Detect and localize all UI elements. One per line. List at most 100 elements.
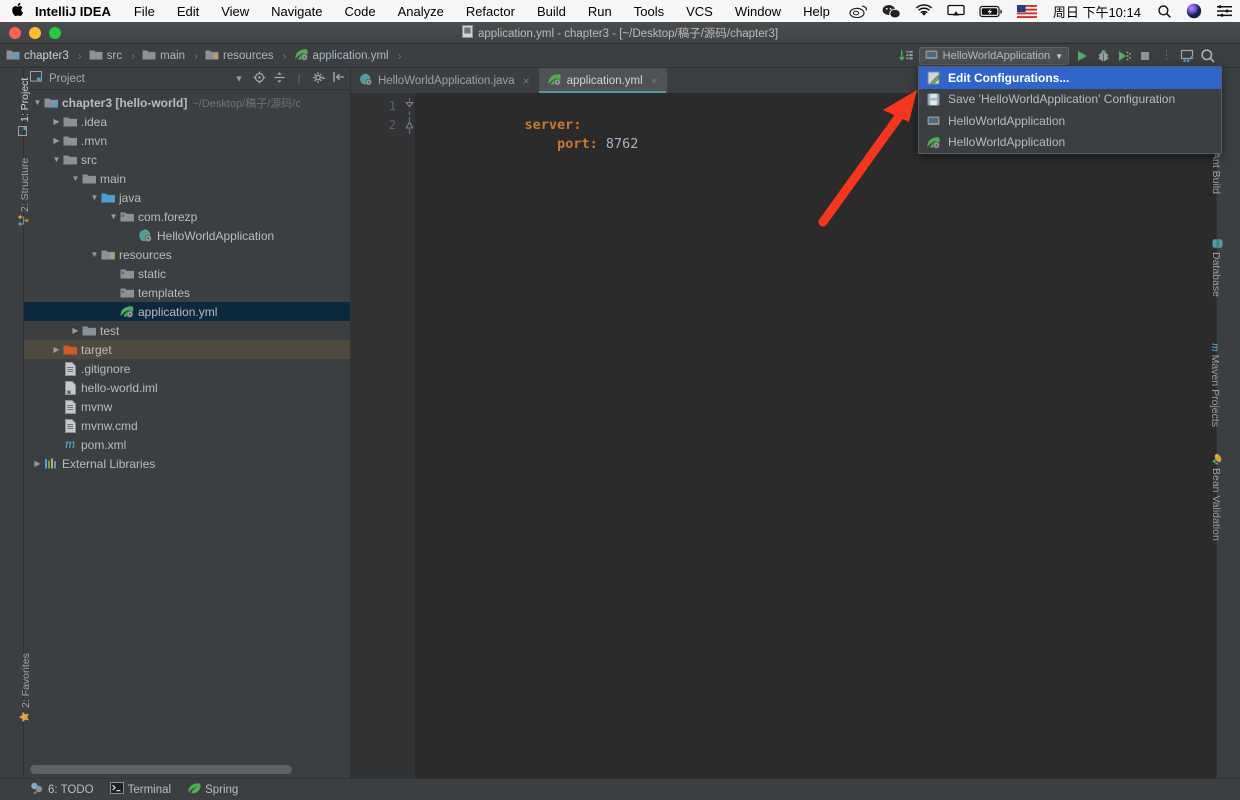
chevron-down-icon[interactable]: ▼ (1055, 52, 1063, 61)
project-structure-icon[interactable] (1179, 48, 1195, 64)
siri-icon[interactable] (1179, 3, 1209, 19)
project-tree[interactable]: ▼ chapter3 [hello-world] ~/Desktop/稿子/源码/c… (24, 90, 350, 778)
breadcrumb-item-application-yml[interactable]: application.yml › (294, 48, 409, 64)
menu-navigate[interactable]: Navigate (260, 4, 333, 19)
tree-expand-arrow-icon[interactable]: ▶ (32, 459, 43, 468)
battery-icon[interactable] (972, 5, 1010, 18)
tree-row[interactable]: ▼ src (24, 150, 350, 169)
bottom-item-todo[interactable]: 6: TODO (30, 782, 94, 798)
spotlight-search-icon[interactable] (1150, 4, 1179, 19)
tree-row[interactable]: ▶hello-world.iml (24, 378, 350, 397)
menu-file[interactable]: File (123, 4, 166, 19)
breadcrumb-item-chapter3[interactable]: chapter3 › (6, 48, 89, 64)
bottom-item-terminal[interactable]: Terminal (109, 782, 171, 797)
tree-expand-arrow-icon[interactable]: ▶ (51, 117, 62, 126)
menu-item-helloworldapplication-spring[interactable]: HelloWorldApplication (919, 132, 1221, 154)
wifi-icon[interactable] (908, 4, 940, 18)
breadcrumb-label: chapter3 (24, 49, 69, 62)
fold-region-start-icon[interactable] (404, 97, 415, 116)
chevron-down-icon[interactable]: ▾ (232, 72, 246, 85)
breadcrumb-item-main[interactable]: main › (142, 48, 205, 64)
breadcrumb-item-resources[interactable]: resources › (205, 48, 294, 64)
tree-row[interactable]: ▼ java (24, 188, 350, 207)
close-icon[interactable]: × (523, 74, 530, 88)
bottom-tool-window-strip: 6: TODO Terminal Spring (0, 778, 1240, 800)
tree-row[interactable]: ▶ target (24, 340, 350, 359)
code-editor[interactable]: 1 2 server: port: 8762 (351, 93, 1216, 778)
tree-row[interactable]: ▼ com.forezp (24, 207, 350, 226)
tree-collapse-arrow-icon[interactable]: ▼ (108, 212, 119, 221)
scrollbar-thumb[interactable] (30, 765, 293, 774)
menu-item-save-configuration[interactable]: Save 'HelloWorldApplication' Configurati… (919, 89, 1221, 111)
code-folding-gutter[interactable] (404, 93, 415, 778)
tree-collapse-arrow-icon[interactable]: ▼ (32, 98, 43, 107)
run-configuration-dropdown-menu[interactable]: Edit Configurations... Save 'HelloWorldA… (918, 66, 1222, 154)
menu-analyze[interactable]: Analyze (387, 4, 455, 19)
tree-row[interactable]: ▶HelloWorldApplication (24, 226, 350, 245)
locate-target-icon[interactable] (252, 71, 266, 87)
menu-item-helloworldapplication-java[interactable]: HelloWorldApplication (919, 110, 1221, 132)
tree-row[interactable]: ▼ main (24, 169, 350, 188)
tree-collapse-arrow-icon[interactable]: ▼ (51, 155, 62, 164)
menubar-clock[interactable]: 周日 下午10:14 (1044, 2, 1150, 21)
tree-row[interactable]: ▶ .mvn (24, 131, 350, 150)
hide-panel-icon[interactable] (332, 71, 346, 86)
apple-logo-icon[interactable] (0, 2, 35, 20)
tree-row[interactable]: ▶ test (24, 321, 350, 340)
settings-gear-icon[interactable] (312, 71, 326, 87)
run-coverage-icon[interactable] (1116, 48, 1132, 64)
sidebar-item-bean-validation[interactable]: Bean Validation (1209, 453, 1223, 541)
menu-run[interactable]: Run (577, 4, 623, 19)
menu-code[interactable]: Code (333, 4, 386, 19)
tree-collapse-arrow-icon[interactable]: ▼ (70, 174, 81, 183)
code-text[interactable]: server: port: 8762 (415, 93, 1216, 778)
tree-row[interactable]: ▶static (24, 264, 350, 283)
tree-row[interactable]: ▶application.yml (24, 302, 350, 321)
wechat-icon[interactable] (875, 4, 908, 19)
tree-row[interactable]: ▶templates (24, 283, 350, 302)
tree-expand-arrow-icon[interactable]: ▶ (70, 326, 81, 335)
search-everywhere-icon[interactable] (1200, 48, 1216, 64)
sidebar-item-maven-projects[interactable]: m Maven Projects (1208, 343, 1223, 427)
tree-row[interactable]: ▼ chapter3 [hello-world] ~/Desktop/稿子/源码/c (24, 93, 350, 112)
run-play-icon[interactable] (1074, 48, 1090, 64)
tree-row[interactable]: ▶mvnw.cmd (24, 416, 350, 435)
project-tree-horizontal-scrollbar[interactable] (30, 765, 328, 774)
close-icon[interactable]: × (651, 74, 658, 88)
editor-tab-application-yml[interactable]: application.yml × (538, 68, 667, 93)
tree-row[interactable]: ▶ External Libraries (24, 454, 350, 473)
tree-row[interactable]: ▶.gitignore (24, 359, 350, 378)
menu-tools[interactable]: Tools (623, 4, 675, 19)
tree-expand-arrow-icon[interactable]: ▶ (51, 136, 62, 145)
tree-expand-arrow-icon[interactable]: ▶ (51, 345, 62, 354)
us-flag-icon[interactable] (1010, 4, 1044, 18)
expand-collapse-icon[interactable] (272, 71, 286, 87)
tree-row[interactable]: ▶mvnw (24, 397, 350, 416)
weibo-icon[interactable] (842, 4, 875, 18)
tree-row[interactable]: ▼ resources (24, 245, 350, 264)
menu-edit[interactable]: Edit (166, 4, 210, 19)
bottom-item-spring[interactable]: Spring (187, 782, 238, 798)
tree-row[interactable]: ▶ .idea (24, 112, 350, 131)
control-center-icon[interactable] (1209, 4, 1240, 18)
vcs-update-icon[interactable] (898, 48, 914, 64)
debug-bug-icon[interactable] (1095, 48, 1111, 64)
run-configuration-selector[interactable]: HelloWorldApplication ▼ (918, 47, 1069, 65)
menu-build[interactable]: Build (526, 4, 577, 19)
menu-refactor[interactable]: Refactor (455, 4, 526, 19)
tree-collapse-arrow-icon[interactable]: ▼ (89, 193, 100, 202)
menu-window[interactable]: Window (724, 4, 792, 19)
menu-item-edit-configurations[interactable]: Edit Configurations... (919, 67, 1221, 89)
stop-square-icon[interactable] (1137, 48, 1153, 64)
breadcrumb-separator: › (282, 48, 287, 63)
sidebar-item-database[interactable]: Database (1209, 238, 1223, 297)
tree-row[interactable]: ▶mpom.xml (24, 435, 350, 454)
menu-vcs[interactable]: VCS (675, 4, 724, 19)
breadcrumb-item-src[interactable]: src › (89, 48, 142, 64)
menu-help[interactable]: Help (792, 4, 841, 19)
editor-tab-helloworldapplication-java[interactable]: HelloWorldApplication.java × (351, 68, 539, 93)
airplay-icon[interactable] (940, 4, 972, 18)
tree-collapse-arrow-icon[interactable]: ▼ (89, 250, 100, 259)
menu-view[interactable]: View (210, 4, 260, 19)
fold-region-end-icon[interactable] (404, 116, 415, 135)
